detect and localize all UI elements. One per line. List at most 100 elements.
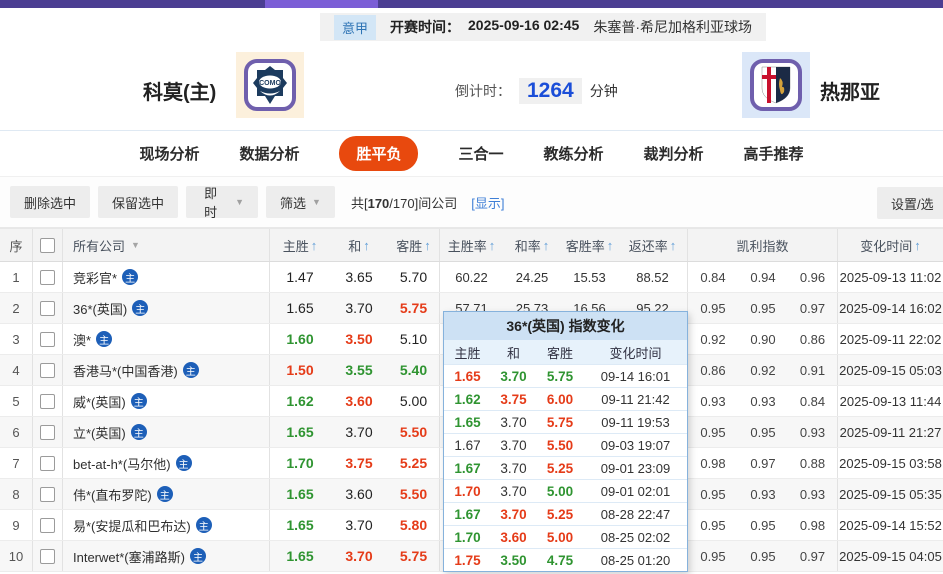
- row-checkbox[interactable]: [40, 331, 55, 347]
- chevron-down-icon: ▼: [131, 240, 140, 250]
- odds-cell: 3.60: [345, 393, 373, 409]
- odds-cell: 1.65: [286, 424, 314, 440]
- league-badge[interactable]: 意甲: [334, 14, 377, 40]
- row-checkbox[interactable]: [40, 455, 55, 471]
- odds-cell: 3.65: [345, 269, 373, 285]
- odds-cell: 5.00: [388, 386, 440, 416]
- popup-odds-cell: 1.67: [454, 437, 481, 453]
- nav-tab-3[interactable]: 胜平负: [339, 136, 419, 171]
- row-checkbox[interactable]: [40, 362, 55, 378]
- row-seq: 6: [0, 417, 33, 447]
- popup-odds-cell: 3.70: [500, 414, 527, 430]
- company-cell[interactable]: 立*(英国) 主: [63, 417, 270, 447]
- header-home-win-rate[interactable]: 主胜率 ↑: [440, 229, 503, 261]
- row-seq: 4: [0, 355, 33, 385]
- instant-dropdown[interactable]: 即时 ▼: [186, 186, 259, 220]
- kelly-cell: 0.86: [788, 324, 838, 354]
- popup-row: 1.67 3.70 5.25 09-01 23:09: [444, 456, 687, 479]
- top-progress-bar: [0, 0, 943, 8]
- company-cell[interactable]: Interwet*(塞浦路斯) 主: [63, 541, 270, 571]
- company-cell[interactable]: 香港马*(中国香港) 主: [63, 355, 270, 385]
- company-cell[interactable]: 36*(英国) 主: [63, 293, 270, 323]
- popup-time-cell: 09-11 19:53: [601, 414, 670, 430]
- kickoff-time: 开赛时间： 2025-09-16 02:45: [390, 17, 579, 37]
- header-kelly-index: 凯利指数: [688, 229, 838, 261]
- nav-tab-6[interactable]: 裁判分析: [644, 143, 704, 164]
- popup-odds-cell: 5.00: [546, 483, 574, 499]
- nav-tab-7[interactable]: 高手推荐: [744, 143, 804, 164]
- nav-tab-4[interactable]: 三合一: [458, 143, 503, 164]
- kelly-cell: 0.95: [750, 424, 776, 440]
- company-count: 共[170/170]间公司: [350, 195, 458, 211]
- venue: 朱塞普·希尼加格利亚球场: [593, 19, 752, 35]
- odds-cell: 5.70: [388, 262, 440, 292]
- odds-cell: 3.50: [345, 331, 373, 347]
- rate-cell: 15.53: [573, 269, 606, 285]
- sort-up-icon: ↑: [606, 237, 614, 253]
- odds-cell: 1.47: [286, 269, 314, 285]
- show-link[interactable]: [显示]: [471, 193, 504, 212]
- change-time-cell: 2025-09-13 11:44: [839, 393, 942, 409]
- header-change-time[interactable]: 变化时间 ↑: [838, 229, 943, 261]
- select-all-checkbox[interactable]: [40, 237, 55, 253]
- kelly-cell: 0.97: [788, 541, 838, 571]
- home-team-badge-icon: 主: [175, 455, 192, 471]
- settings-button[interactable]: 设置/选: [877, 187, 943, 219]
- popup-row: 1.65 3.70 5.75 09-11 19:53: [444, 410, 687, 433]
- company-count-selected: 170: [367, 195, 390, 211]
- header-return-rate[interactable]: 返还率 ↑: [618, 229, 688, 261]
- popup-odds-cell: 3.70: [500, 437, 527, 453]
- home-team-name: 科莫(主): [143, 82, 217, 104]
- popup-header-change-time: 变化时间: [609, 345, 662, 361]
- delete-selected-button[interactable]: 删除选中: [10, 186, 91, 218]
- company-name: Interwet*(塞浦路斯): [73, 549, 185, 565]
- sort-up-icon: ↑: [310, 237, 318, 253]
- row-checkbox[interactable]: [40, 486, 55, 502]
- filter-dropdown[interactable]: 筛选 ▼: [266, 186, 335, 218]
- header-home-win[interactable]: 主胜 ↑: [270, 229, 330, 261]
- kelly-cell: 0.97: [788, 293, 838, 323]
- header-away-win-rate[interactable]: 客胜率 ↑: [561, 229, 618, 261]
- popup-header-away-win: 客胜: [546, 345, 573, 361]
- company-cell[interactable]: 澳* 主: [63, 324, 270, 354]
- popup-time-cell: 09-03 19:07: [600, 437, 671, 453]
- odds-cell: 1.65: [286, 548, 314, 564]
- popup-odds-cell: 1.75: [454, 552, 481, 568]
- row-checkbox[interactable]: [40, 548, 55, 564]
- header-draw[interactable]: 和 ↑: [330, 229, 388, 261]
- sort-up-icon: ↑: [424, 237, 431, 253]
- change-time-cell: 2025-09-15 05:35: [839, 486, 942, 502]
- rate-cell: 88.52: [618, 262, 688, 292]
- popup-time-cell: 09-11 21:42: [601, 391, 670, 407]
- odds-cell: 5.75: [388, 293, 440, 323]
- nav-tab-2[interactable]: 数据分析: [239, 143, 299, 164]
- nav-tab-5[interactable]: 教练分析: [544, 143, 604, 164]
- nav-tab-1[interactable]: 现场分析: [139, 143, 199, 164]
- company-cell[interactable]: bet-at-h*(马尔他) 主: [63, 448, 270, 478]
- company-name: 澳*: [73, 332, 92, 348]
- company-cell[interactable]: 易*(安提瓜和巴布达) 主: [63, 510, 270, 540]
- kelly-cell: 0.95: [700, 548, 726, 564]
- odds-cell: 1.62: [286, 393, 314, 409]
- change-time-cell: 2025-09-15 03:58: [839, 455, 942, 471]
- header-draw-rate[interactable]: 和率 ↑: [503, 229, 561, 261]
- change-time-cell: 2025-09-15 04:05: [839, 548, 942, 564]
- header-company[interactable]: 所有公司 ▼: [63, 229, 270, 261]
- row-checkbox[interactable]: [40, 269, 55, 285]
- company-cell[interactable]: 伟*(直布罗陀) 主: [63, 479, 270, 509]
- odds-history-popup: 36*(英国) 指数变化 主胜 和 客胜 变化时间 1.65 3.70 5.75 09…: [443, 311, 688, 572]
- change-time-cell: 2025-09-15 05:03: [839, 362, 942, 378]
- company-cell[interactable]: 威*(英国) 主: [63, 386, 270, 416]
- company-cell[interactable]: 竞彩官* 主: [63, 262, 270, 292]
- popup-odds-cell: 3.75: [500, 391, 527, 407]
- kickoff-label: 开赛时间：: [390, 19, 461, 35]
- header-away-win[interactable]: 客胜 ↑: [388, 229, 440, 261]
- row-checkbox[interactable]: [40, 517, 55, 533]
- keep-selected-button[interactable]: 保留选中: [98, 186, 179, 218]
- row-checkbox[interactable]: [40, 393, 55, 409]
- row-checkbox-cell: [33, 448, 63, 478]
- popup-row: 1.67 3.70 5.25 08-28 22:47: [444, 502, 687, 525]
- row-checkbox[interactable]: [40, 300, 55, 316]
- row-checkbox[interactable]: [40, 424, 55, 440]
- popup-time-cell: 08-25 01:20: [600, 552, 671, 568]
